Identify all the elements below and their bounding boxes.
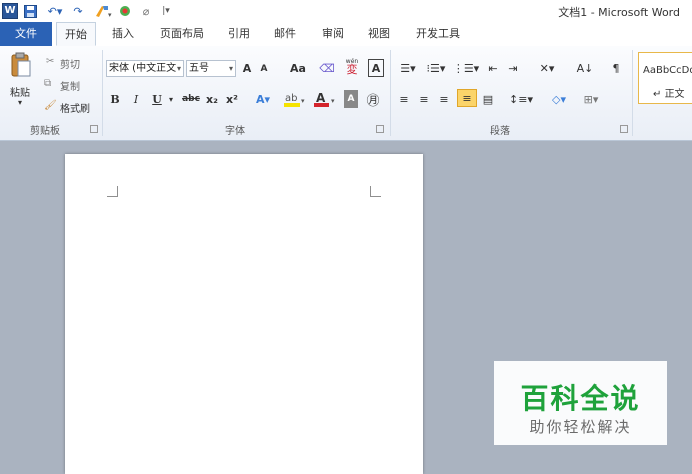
tab-mailings[interactable]: 邮件 bbox=[268, 22, 302, 46]
cut-icon[interactable]: ✂ bbox=[46, 56, 54, 67]
svg-text:▾: ▾ bbox=[331, 97, 335, 105]
watermark-sub-text: 助你轻松解决 bbox=[529, 418, 632, 436]
align-center-icon[interactable]: ≡ bbox=[416, 90, 432, 108]
enclose-character-icon[interactable]: ㊊ bbox=[364, 90, 382, 109]
bold-button[interactable]: B bbox=[108, 90, 122, 108]
shading-icon[interactable]: ◇▾ bbox=[546, 90, 572, 108]
style-name: ↵ 正文 bbox=[653, 89, 685, 100]
style-sample: AaBbCcDd bbox=[643, 65, 692, 76]
group-separator bbox=[390, 50, 391, 136]
italic-button[interactable]: I bbox=[130, 90, 142, 108]
group-separator bbox=[102, 50, 103, 136]
clear-format-icon[interactable]: ⌫ bbox=[318, 59, 336, 77]
paint-icon[interactable]: ▾ bbox=[92, 3, 114, 19]
color-icon[interactable] bbox=[118, 3, 132, 19]
style-normal[interactable]: AaBbCcDd ↵ 正文 bbox=[638, 52, 692, 104]
character-border-button[interactable]: A bbox=[368, 59, 384, 77]
font-size-value: 五号 bbox=[189, 63, 209, 74]
title-bar: W ↶▾ ↷ ▾ ⌀ |▾ 文档1 - Microsoft Word bbox=[0, 0, 692, 22]
word-logo-icon[interactable]: W bbox=[2, 3, 18, 19]
eraser-icon[interactable]: ⌀ bbox=[138, 3, 154, 19]
text-effects-icon[interactable]: A▾ bbox=[252, 90, 274, 108]
multilevel-list-icon[interactable]: ⋮☰▾ bbox=[453, 59, 479, 77]
font-size-select[interactable]: 五号 ▾ bbox=[186, 60, 236, 77]
shrink-font-button[interactable]: A bbox=[258, 60, 270, 78]
align-left-icon[interactable]: ≡ bbox=[396, 90, 412, 108]
character-shading-button[interactable]: A bbox=[344, 90, 358, 108]
justify-icon[interactable]: ≡ bbox=[457, 89, 477, 107]
line-spacing-icon[interactable]: ↕≡▾ bbox=[508, 90, 534, 108]
chevron-down-icon: ▾ bbox=[228, 64, 233, 73]
watermark-main-text: 百科全说 bbox=[520, 382, 641, 415]
paragraph-launcher-icon[interactable] bbox=[620, 125, 628, 133]
copy-button[interactable]: 复制 bbox=[60, 78, 80, 93]
margin-corner-mark bbox=[107, 186, 118, 197]
bullets-icon[interactable]: ☰▾ bbox=[396, 59, 420, 77]
tab-developer[interactable]: 开发工具 bbox=[410, 22, 466, 46]
svg-text:▾: ▾ bbox=[301, 97, 305, 105]
numbering-icon[interactable]: ⁝☰▾ bbox=[424, 59, 448, 77]
tab-file[interactable]: 文件 bbox=[0, 22, 52, 46]
underline-button[interactable]: U bbox=[150, 90, 164, 108]
window-title: 文档1 - Microsoft Word bbox=[558, 6, 680, 19]
align-right-icon[interactable]: ≡ bbox=[436, 90, 452, 108]
ribbon: 粘贴 ▾ ✂ 剪切 ⧉ 复制 🖌 格式刷 剪贴板 宋体 (中文正文 ▾ 五号 ▾ A… bbox=[0, 46, 692, 141]
copy-icon[interactable]: ⧉ bbox=[44, 78, 51, 89]
font-launcher-icon[interactable] bbox=[376, 125, 384, 133]
chinese-layout-icon[interactable]: ✕▾ bbox=[534, 59, 560, 77]
chevron-down-icon: ▾ bbox=[176, 64, 181, 73]
tab-references[interactable]: 引用 bbox=[222, 22, 256, 46]
format-painter-icon[interactable]: 🖌 bbox=[44, 100, 57, 111]
show-marks-icon[interactable]: ¶ bbox=[608, 59, 624, 77]
format-painter-button[interactable]: 格式刷 bbox=[60, 100, 90, 115]
decrease-indent-icon[interactable]: ⇤ bbox=[484, 59, 502, 77]
tab-page-layout[interactable]: 页面布局 bbox=[154, 22, 210, 46]
redo-icon[interactable]: ↷ bbox=[70, 3, 86, 19]
font-group-label: 字体 bbox=[225, 126, 245, 137]
tab-view[interactable]: 视图 bbox=[362, 22, 396, 46]
customize-icon[interactable]: |▾ bbox=[160, 3, 172, 19]
font-name-value: 宋体 (中文正文 bbox=[109, 63, 177, 74]
font-name-select[interactable]: 宋体 (中文正文 ▾ bbox=[106, 60, 184, 77]
undo-icon[interactable]: ↶▾ bbox=[44, 3, 66, 19]
change-case-button[interactable]: Aa bbox=[284, 59, 312, 77]
borders-icon[interactable]: ⊞▾ bbox=[578, 90, 604, 108]
clipboard-launcher-icon[interactable] bbox=[90, 125, 98, 133]
tab-review[interactable]: 审阅 bbox=[316, 22, 350, 46]
cut-button[interactable]: 剪切 bbox=[60, 56, 80, 71]
tab-home[interactable]: 开始 bbox=[56, 22, 96, 46]
phonetic-guide-button[interactable]: wén 変 bbox=[340, 57, 364, 75]
ribbon-tabs: 文件 开始 插入 页面布局 引用 邮件 审阅 视图 开发工具 bbox=[0, 22, 692, 47]
underline-dropdown-icon[interactable]: ▾ bbox=[166, 90, 176, 108]
svg-text:▾: ▾ bbox=[108, 11, 112, 18]
paragraph-group-label: 段落 bbox=[490, 126, 510, 137]
paste-icon[interactable] bbox=[10, 52, 32, 78]
sort-icon[interactable]: A↓ bbox=[574, 59, 596, 77]
grow-font-button[interactable]: A bbox=[240, 59, 254, 77]
increase-indent-icon[interactable]: ⇥ bbox=[504, 59, 522, 77]
strikethrough-button[interactable]: abc bbox=[180, 90, 202, 108]
svg-text:A: A bbox=[316, 91, 326, 105]
clipboard-group-label: 剪贴板 bbox=[30, 126, 60, 137]
group-separator bbox=[632, 50, 633, 136]
phonetic-icon: 変 bbox=[346, 63, 358, 76]
highlight-icon[interactable]: ab ▾ bbox=[282, 90, 308, 108]
subscript-button[interactable]: x₂ bbox=[204, 90, 220, 108]
svg-text:ab: ab bbox=[285, 93, 297, 104]
save-icon[interactable] bbox=[22, 3, 38, 19]
tab-insert[interactable]: 插入 bbox=[106, 22, 140, 46]
margin-corner-mark bbox=[370, 186, 381, 197]
superscript-button[interactable]: x² bbox=[224, 90, 240, 108]
paste-dropdown-icon[interactable]: ▾ bbox=[18, 98, 22, 107]
document-page[interactable] bbox=[65, 154, 423, 474]
font-color-icon[interactable]: A ▾ bbox=[312, 90, 338, 108]
paste-button[interactable]: 粘贴 bbox=[10, 84, 30, 99]
watermark: 百科全说 助你轻松解决 bbox=[494, 361, 667, 445]
distribute-icon[interactable]: ▤ bbox=[480, 90, 496, 108]
